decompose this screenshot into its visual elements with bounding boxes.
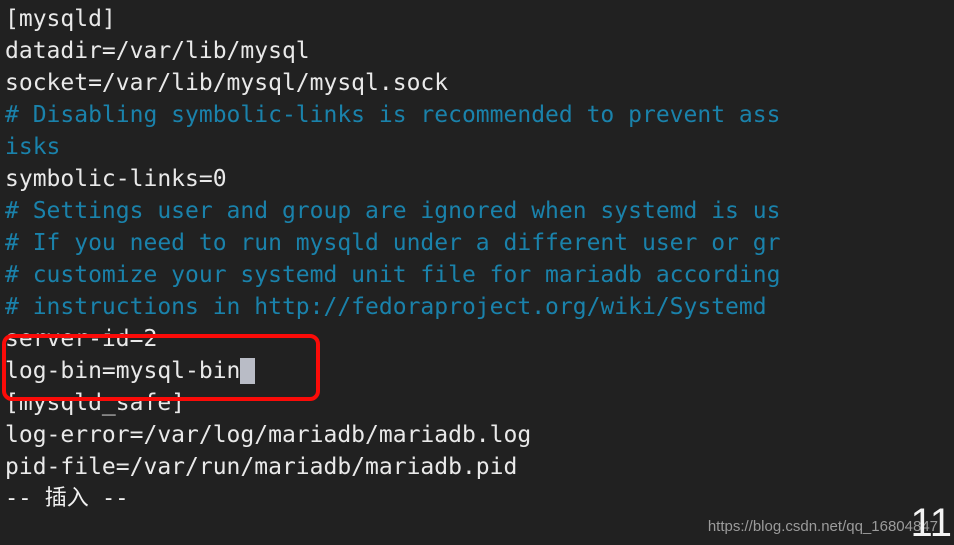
terminal-screen: [mysqld] datadir=/var/lib/mysql socket=/… [0,0,954,545]
editor-line: # instructions in http://fedoraproject.o… [5,294,767,320]
editor-line-server-id: server-id=2 [5,326,158,352]
editor-line: [mysqld] [5,6,116,32]
editor-line: isks [5,134,61,160]
editor-line: # customize your systemd unit file for m… [5,262,781,288]
editor-line: # Disabling symbolic-links is recommende… [5,102,781,128]
editor-line: # If you need to run mysqld under a diff… [5,230,781,256]
editor-line: datadir=/var/lib/mysql [5,38,310,64]
editor-line: symbolic-links=0 [5,166,227,192]
editor-line: pid-file=/var/run/mariadb/mariadb.pid [5,454,518,480]
watermark-page-number: 11 [910,501,952,545]
watermark-url: https://blog.csdn.net/qq_16804847 [707,518,938,535]
text-cursor [240,358,256,384]
editor-line-log-bin: log-bin=mysql-bin [5,355,954,387]
editor-line-log-bin-text: log-bin=mysql-bin [5,358,241,384]
editor-line: [mysqld_safe] [5,390,186,416]
vim-mode-status: -- 插入 -- [5,486,129,511]
vim-editor-buffer[interactable]: [mysqld] datadir=/var/lib/mysql socket=/… [0,0,954,545]
editor-line: # Settings user and group are ignored wh… [5,198,781,224]
editor-line: log-error=/var/log/mariadb/mariadb.log [5,422,532,448]
editor-line: socket=/var/lib/mysql/mysql.sock [5,70,449,96]
